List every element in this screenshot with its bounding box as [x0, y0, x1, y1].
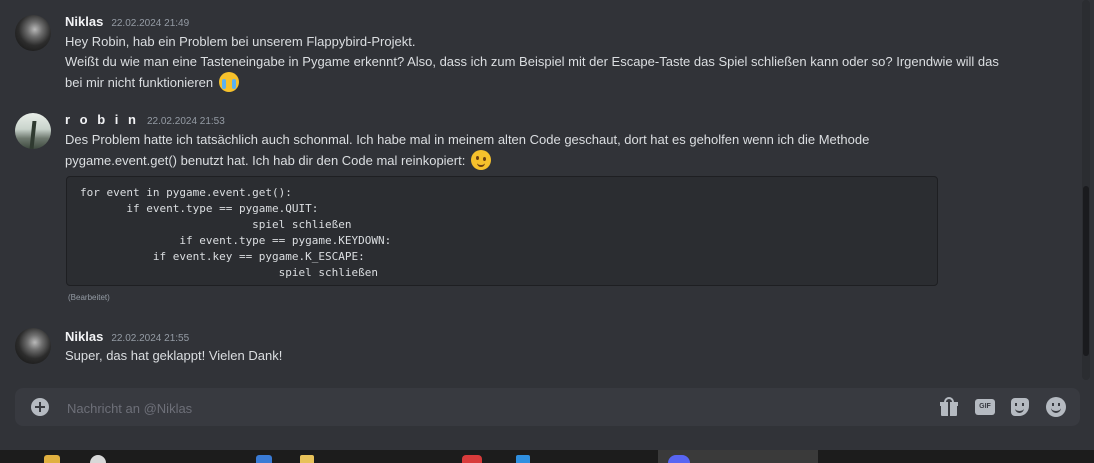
taskbar-app-icon[interactable]	[300, 455, 314, 463]
scrollbar-thumb[interactable]	[1083, 186, 1089, 356]
message-input[interactable]	[65, 396, 869, 420]
emoji-icon[interactable]	[1046, 397, 1066, 417]
sticker-icon[interactable]	[1010, 397, 1030, 417]
message-composer: GIF	[15, 388, 1080, 426]
gift-icon[interactable]	[939, 397, 959, 417]
author-name[interactable]: Niklas	[65, 329, 103, 344]
message-line: Super, das hat geklappt! Vielen Dank!	[65, 348, 283, 363]
taskbar-app-icon[interactable]	[44, 455, 60, 463]
gif-icon[interactable]: GIF	[975, 397, 995, 417]
gif-label: GIF	[975, 399, 995, 415]
timestamp: 22.02.2024 21:55	[111, 333, 190, 344]
chat-area: Niklas 22.02.2024 21:49 Hey Robin, hab e…	[0, 0, 1094, 463]
add-circle-icon[interactable]	[31, 398, 49, 416]
message-header: Niklas 22.02.2024 21:55	[65, 329, 189, 344]
taskbar	[0, 450, 1094, 463]
taskbar-app-icon[interactable]	[256, 455, 272, 463]
taskbar-app-icon[interactable]	[462, 455, 482, 463]
avatar[interactable]	[15, 328, 51, 364]
taskbar-app-icon[interactable]	[668, 455, 690, 463]
message-niklas-2: Niklas 22.02.2024 21:55 Super, das hat g…	[0, 0, 1080, 370]
taskbar-app-icon[interactable]	[516, 455, 530, 463]
